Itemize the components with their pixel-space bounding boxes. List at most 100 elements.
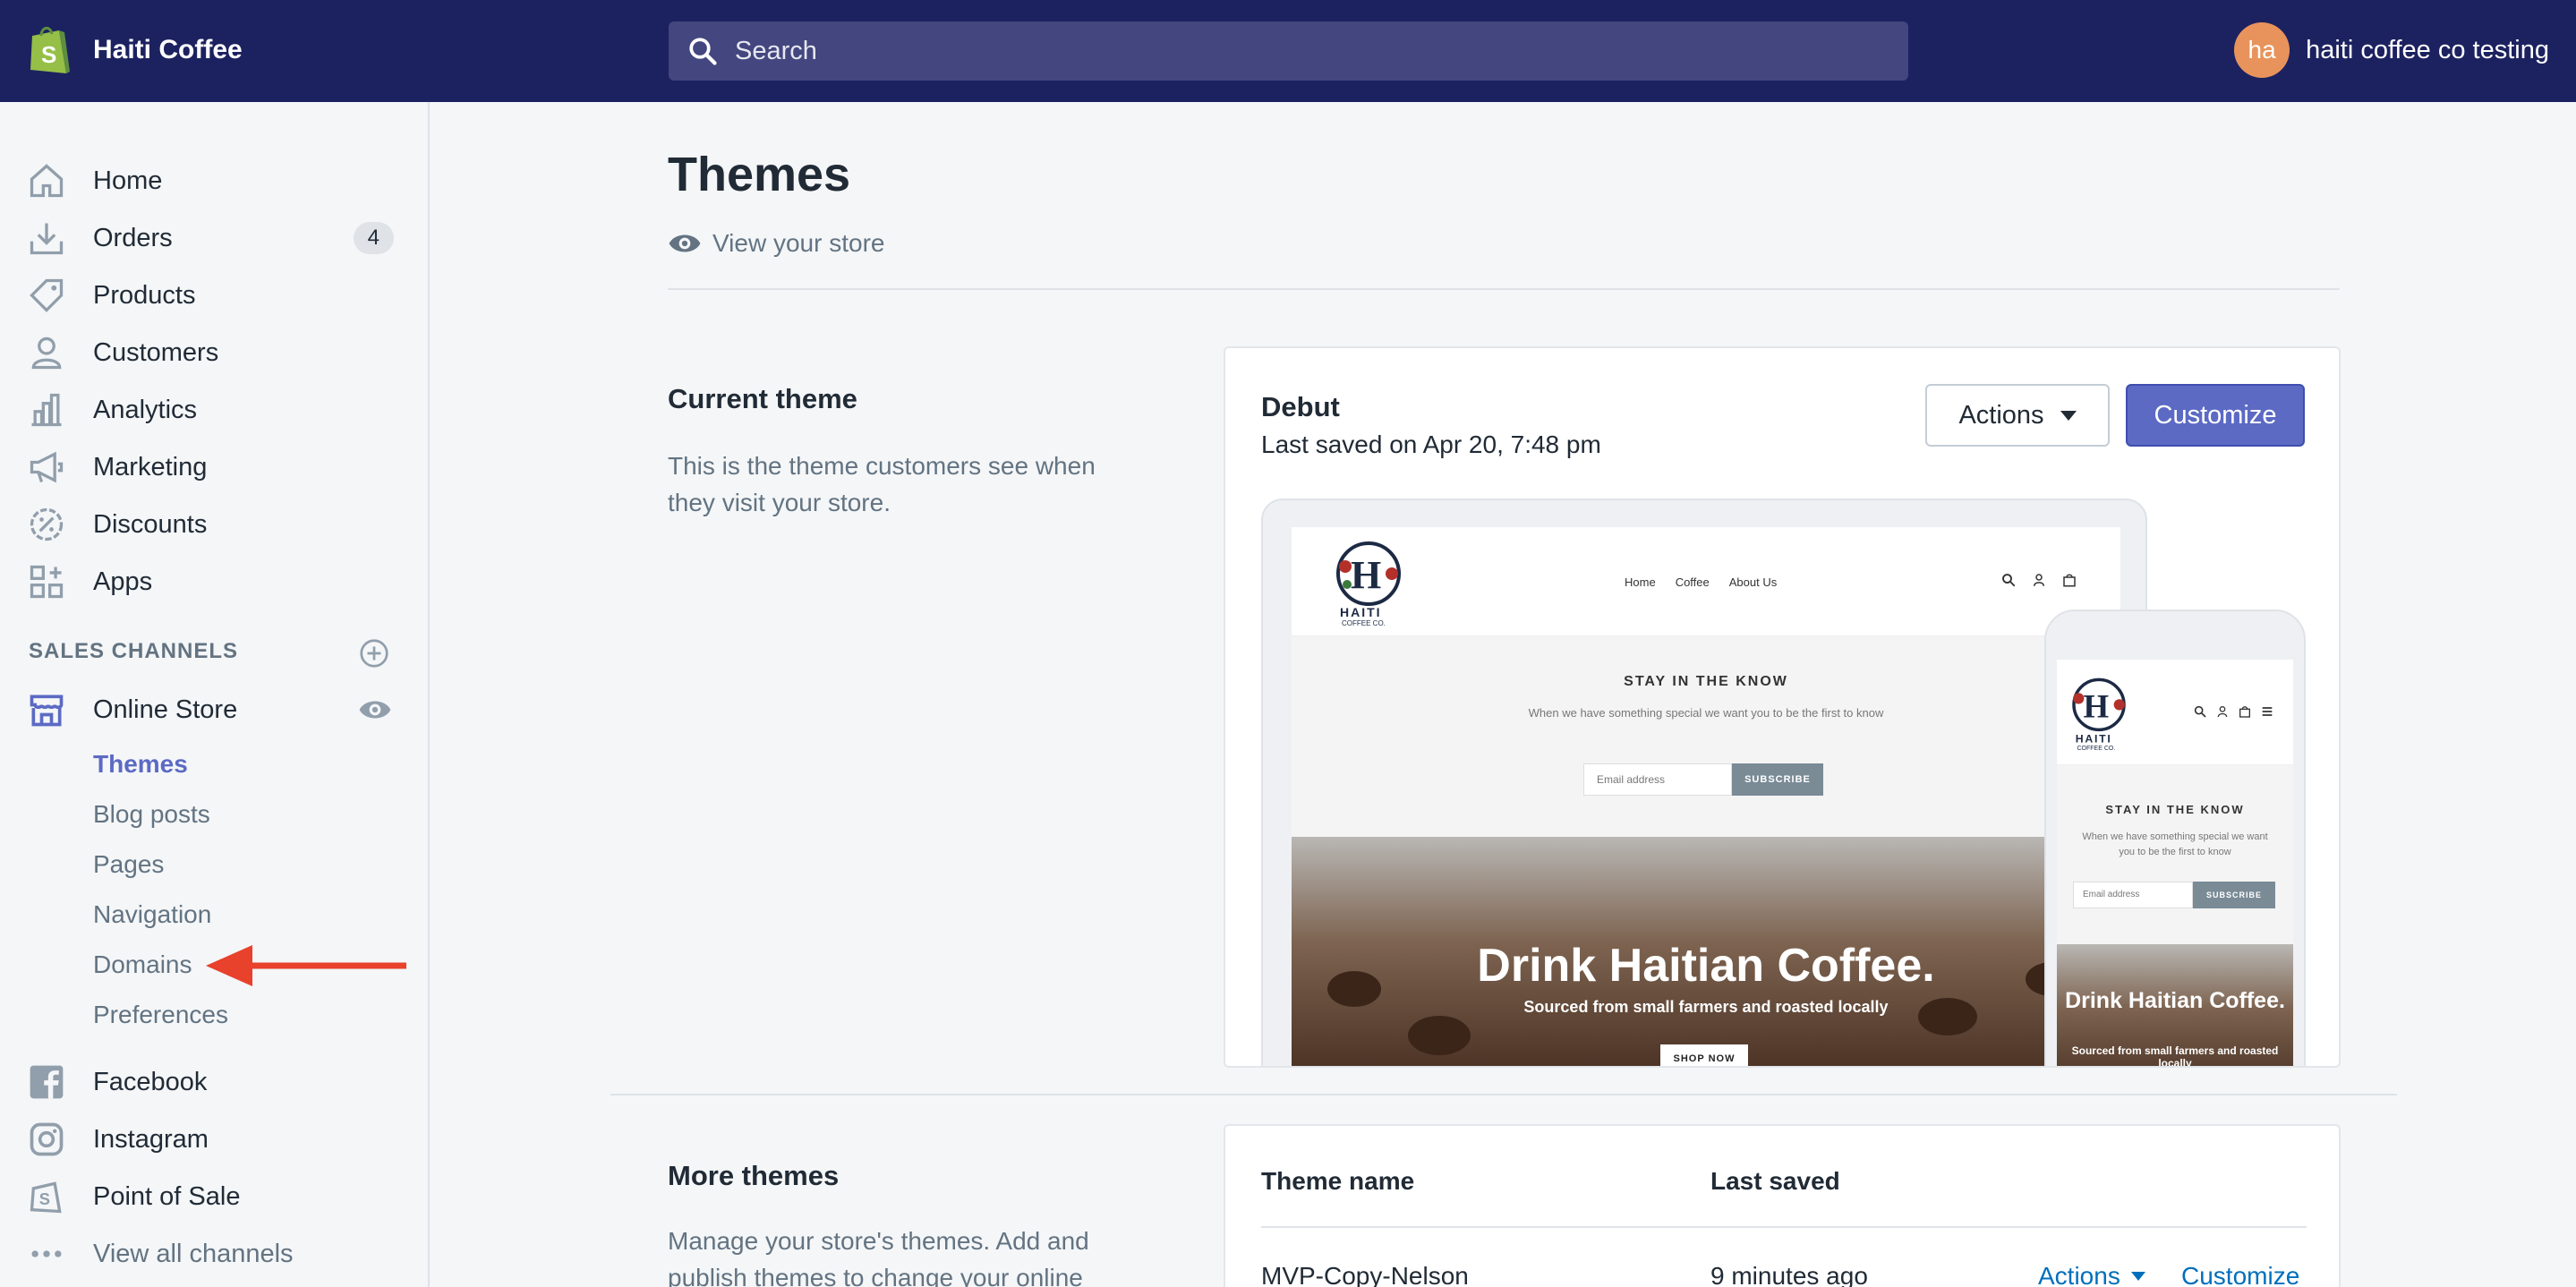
sidebar-item-products[interactable]: Products bbox=[27, 273, 403, 318]
preview-nav-home: Home bbox=[1625, 575, 1656, 589]
search-bar[interactable] bbox=[669, 21, 1908, 81]
more-dots-icon bbox=[31, 1250, 62, 1257]
preview-shop-now-button: SHOP NOW bbox=[1660, 1044, 1748, 1066]
view-store-label: View your store bbox=[712, 229, 885, 257]
sidebar-item-customers[interactable]: Customers bbox=[27, 330, 403, 375]
store-name: Haiti Coffee bbox=[93, 35, 243, 64]
preview-subscribe-button: SUBSCRIBE bbox=[1732, 763, 1823, 796]
sidebar-subitem-themes[interactable]: Themes bbox=[93, 750, 188, 779]
top-bar: S Haiti Coffee ha haiti coffee co testin… bbox=[0, 0, 2576, 102]
sidebar-item-apps[interactable]: Apps bbox=[27, 559, 403, 604]
preview-hero-title: Drink Haitian Coffee. bbox=[2065, 988, 2285, 1013]
eye-icon bbox=[669, 234, 701, 252]
current-theme-description: This is the theme customers see when the… bbox=[668, 452, 1096, 516]
column-header-last-saved: Last saved bbox=[1710, 1167, 1840, 1195]
divider bbox=[668, 288, 2340, 290]
sidebar-item-instagram[interactable]: Instagram bbox=[27, 1117, 403, 1162]
svg-text:S: S bbox=[41, 41, 56, 68]
sidebar-subitem-preferences[interactable]: Preferences bbox=[93, 1001, 228, 1029]
hamburger-menu-icon bbox=[2262, 707, 2273, 716]
mobile-preview[interactable]: H HAITI COFFEE CO. STAY IN THE KNOW When… bbox=[2044, 609, 2306, 1068]
sidebar-item-analytics[interactable]: Analytics bbox=[27, 388, 403, 432]
sidebar-subitem-blog-posts[interactable]: Blog posts bbox=[93, 800, 210, 829]
preview-email-field: Email address bbox=[1583, 763, 1732, 796]
view-store-link[interactable]: View your store bbox=[668, 229, 884, 258]
more-themes-description: Manage your store's themes. Add and publ… bbox=[668, 1227, 1089, 1287]
logo-text: HAITI bbox=[2076, 732, 2112, 745]
preview-newsletter-title: STAY IN THE KNOW bbox=[2105, 803, 2245, 816]
preview-hero: Drink Haitian Coffee. Sourced from small… bbox=[1292, 837, 2120, 1066]
haiti-coffee-logo-icon: H HAITI COFFEE CO. bbox=[1336, 541, 1401, 627]
account-menu[interactable]: ha haiti coffee co testing bbox=[2234, 22, 2549, 78]
sidebar-item-orders[interactable]: Orders 4 bbox=[27, 216, 403, 260]
theme-row-actions-label: Actions bbox=[2038, 1262, 2120, 1287]
current-theme-card: Debut Last saved on Apr 20, 7:48 pm Acti… bbox=[1224, 346, 2341, 1068]
sidebar-subitem-domains[interactable]: Domains bbox=[93, 950, 192, 979]
sidebar-item-home[interactable]: Home bbox=[27, 158, 403, 203]
add-channel-icon[interactable] bbox=[358, 637, 390, 669]
preview-header-icons bbox=[2000, 572, 2077, 588]
preview-nav-about: About Us bbox=[1728, 575, 1778, 589]
sidebar-item-label: Apps bbox=[93, 567, 153, 596]
discount-icon bbox=[30, 507, 64, 541]
preview-nav: Home Coffee About Us bbox=[1625, 575, 1777, 589]
sidebar-item-discounts[interactable]: Discounts bbox=[27, 502, 403, 547]
sidebar-item-view-all-channels[interactable]: View all channels bbox=[27, 1232, 403, 1276]
sidebar-item-online-store[interactable]: Online Store bbox=[27, 687, 403, 732]
sidebar-subitem-navigation[interactable]: Navigation bbox=[93, 900, 211, 929]
preview-site-header: H HAITI COFFEE CO. Home Coffee About Us bbox=[1292, 527, 2120, 636]
preview-hero-subtitle: Sourced from small farmers and roasted l… bbox=[1523, 998, 1889, 1016]
preview-hero-title: Drink Haitian Coffee. bbox=[1477, 940, 1935, 992]
sidebar-item-label: Products bbox=[93, 280, 196, 310]
sidebar-item-label: Discounts bbox=[93, 509, 208, 539]
desktop-preview[interactable]: H HAITI COFFEE CO. Home Coffee About Us bbox=[1261, 499, 2147, 1066]
desktop-preview-screen: H HAITI COFFEE CO. Home Coffee About Us bbox=[1292, 527, 2120, 1066]
preview-mobile-icons bbox=[2193, 704, 2274, 719]
sidebar-item-label: Point of Sale bbox=[93, 1181, 241, 1211]
logo-subtext: COFFEE CO. bbox=[1342, 619, 1386, 627]
theme-row-actions-link[interactable]: Actions bbox=[2038, 1262, 2145, 1287]
account-name[interactable]: haiti coffee co testing bbox=[2306, 36, 2549, 65]
sidebar-item-label: Instagram bbox=[93, 1124, 209, 1154]
preview-nav-coffee: Coffee bbox=[1675, 575, 1710, 589]
customize-button[interactable]: Customize bbox=[2126, 384, 2305, 447]
preview-newsletter-subtitle: When we have something special we want y… bbox=[1528, 706, 1884, 720]
preview-subscribe-button: SUBSCRIBE bbox=[2193, 882, 2275, 908]
preview-newsletter: STAY IN THE KNOW When we have something … bbox=[1292, 636, 2120, 837]
bar-chart-icon bbox=[31, 393, 62, 427]
actions-button-label: Actions bbox=[1958, 400, 2044, 430]
instagram-icon bbox=[30, 1122, 64, 1156]
table-header-divider bbox=[1261, 1226, 2307, 1228]
sidebar-subitem-pages[interactable]: Pages bbox=[93, 850, 164, 879]
avatar[interactable]: ha bbox=[2234, 22, 2290, 78]
preview-newsletter-title: STAY IN THE KNOW bbox=[1624, 674, 1788, 689]
sidebar-item-facebook[interactable]: Facebook bbox=[27, 1060, 403, 1104]
account-icon bbox=[2034, 574, 2044, 586]
svg-text:S: S bbox=[39, 1189, 50, 1208]
divider bbox=[610, 1094, 2397, 1095]
preview-mobile-hero: Drink Haitian Coffee. Sourced from small… bbox=[2057, 944, 2293, 1068]
sidebar-item-marketing[interactable]: Marketing bbox=[27, 445, 403, 490]
person-icon bbox=[31, 337, 62, 370]
brand[interactable]: S Haiti Coffee bbox=[27, 23, 243, 77]
view-online-store-icon[interactable] bbox=[358, 696, 392, 723]
sidebar-item-label: Analytics bbox=[93, 395, 198, 424]
sidebar: Home Orders 4 Products Customers Analyti… bbox=[0, 102, 430, 1287]
current-theme-heading: Current theme bbox=[668, 383, 857, 414]
svg-text:H: H bbox=[1351, 553, 1381, 597]
more-themes-heading: More themes bbox=[668, 1160, 840, 1191]
more-themes-card: Theme name Last saved MVP-Copy-Nelson 9 … bbox=[1224, 1124, 2341, 1287]
actions-button[interactable]: Actions bbox=[1925, 384, 2110, 447]
tag-icon bbox=[30, 278, 64, 312]
apps-icon bbox=[30, 565, 64, 599]
sidebar-item-point-of-sale[interactable]: S Point of Sale bbox=[27, 1174, 403, 1219]
search-input[interactable] bbox=[735, 36, 1809, 66]
theme-last-saved: Last saved on Apr 20, 7:48 pm bbox=[1261, 430, 1601, 458]
megaphone-icon bbox=[30, 451, 64, 483]
preview-email-field: Email address bbox=[2073, 882, 2193, 908]
preview-newsletter-subtitle: When we have something special we want y… bbox=[2082, 831, 2268, 857]
theme-row-customize-link[interactable]: Customize bbox=[2181, 1262, 2299, 1287]
sidebar-item-label: Customers bbox=[93, 337, 219, 367]
preview-hero-subtitle: Sourced from small farmers and roasted l… bbox=[2071, 1044, 2279, 1068]
theme-name: Debut bbox=[1261, 391, 1340, 422]
